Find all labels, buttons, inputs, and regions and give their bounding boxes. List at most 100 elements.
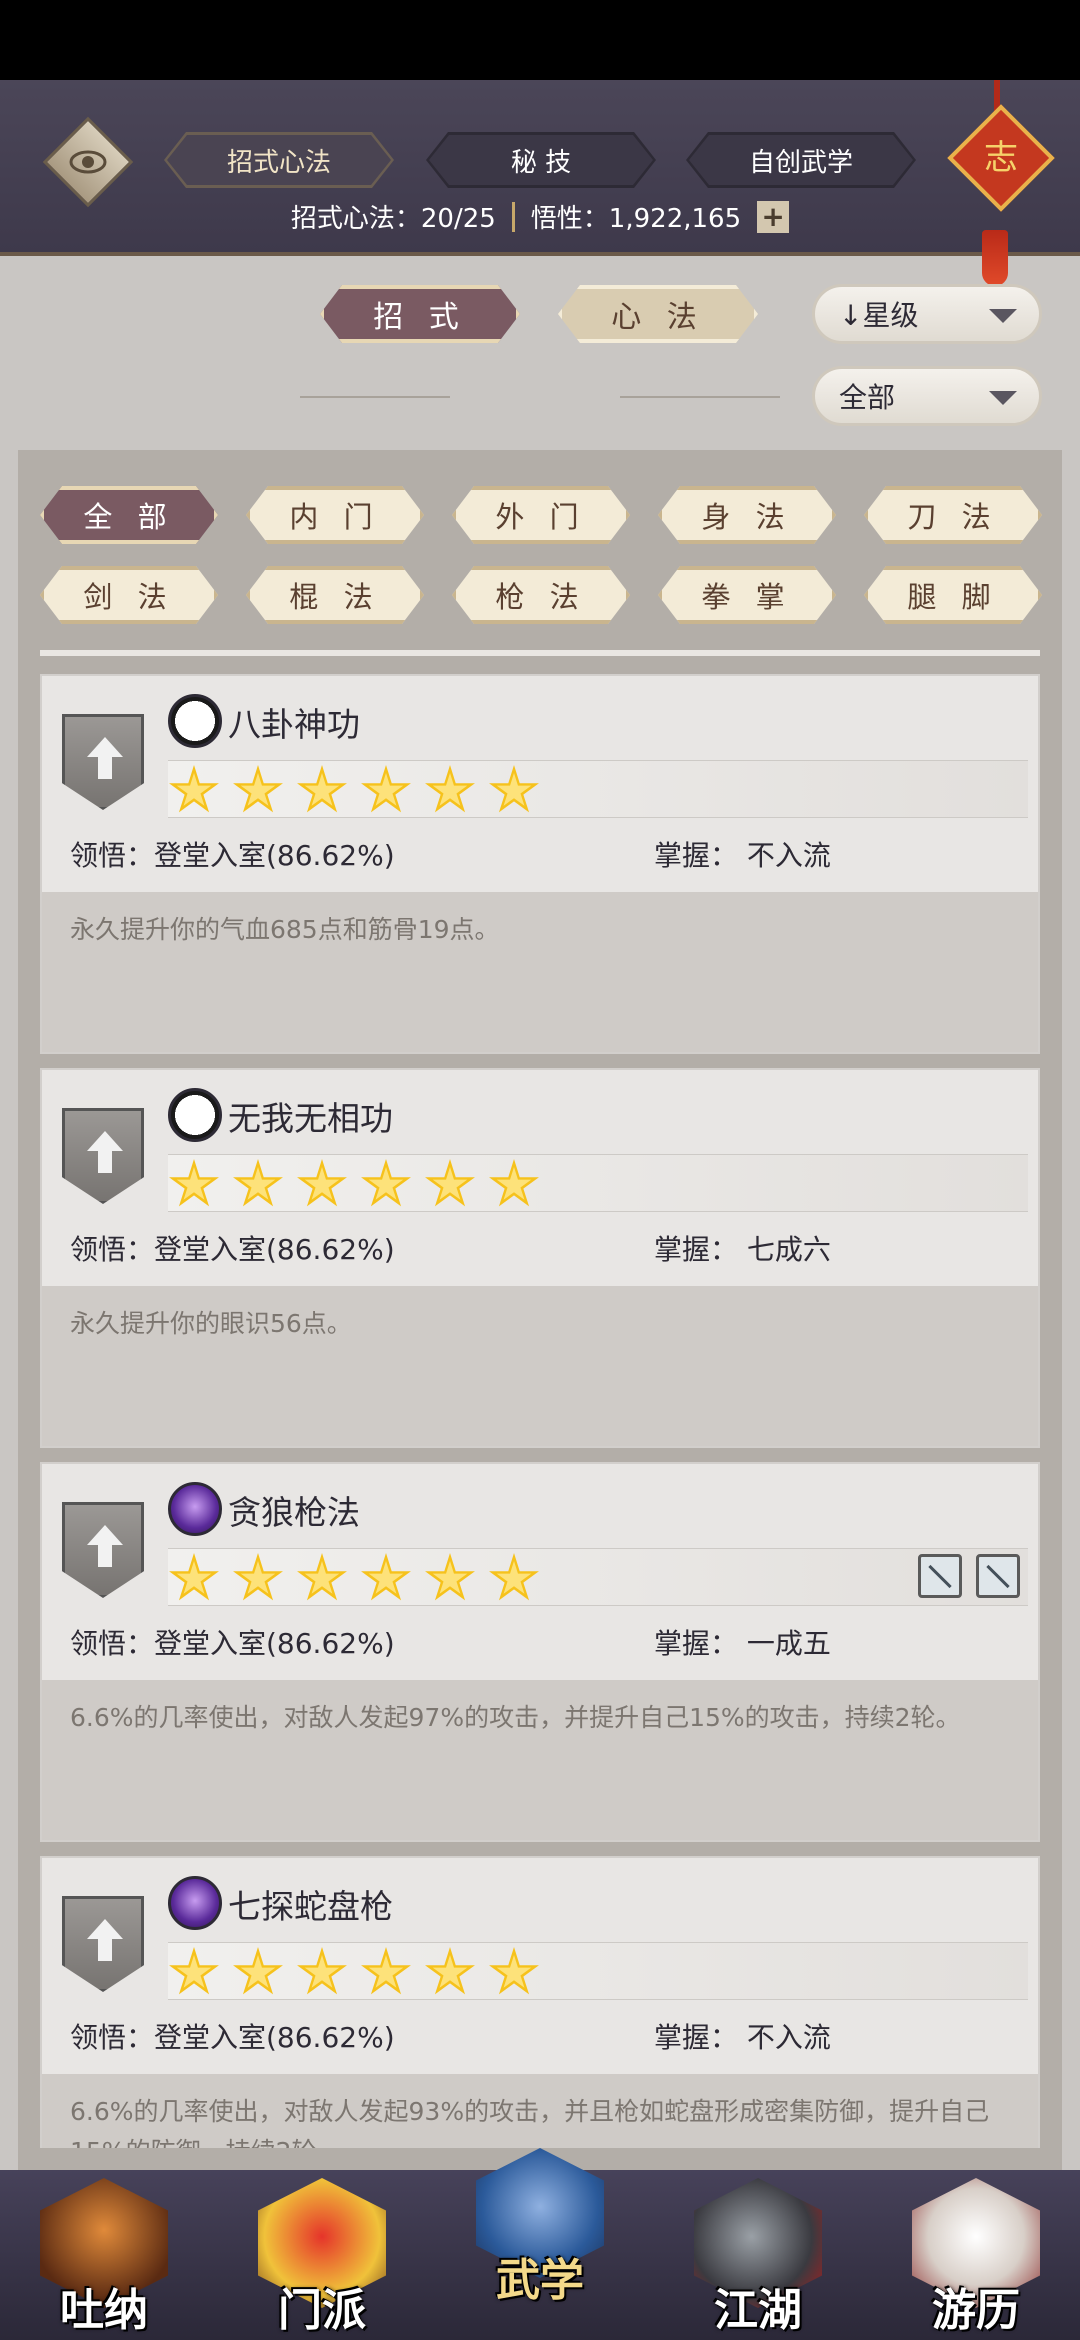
star-icon	[169, 1553, 219, 1601]
category-all[interactable]: 全 部	[40, 486, 218, 544]
nav-martial-arts[interactable]: 武学	[470, 2148, 610, 2306]
moves-count: 招式心法：20/25	[290, 204, 496, 234]
spear-icon	[168, 1482, 222, 1536]
upgrade-badge-icon[interactable]	[62, 714, 144, 810]
tab-custom-martial[interactable]: 自创武学	[686, 132, 916, 188]
stats-divider	[511, 201, 515, 232]
star-icon	[361, 1159, 411, 1207]
add-insight-button[interactable]: +	[757, 200, 790, 233]
category-label: 外 门	[495, 500, 587, 534]
category-label: 棍 法	[289, 580, 381, 614]
tab-secret-skills[interactable]: 秘 技	[426, 132, 656, 188]
nav-label: 吐纳	[60, 2285, 148, 2336]
nav-sect[interactable]: 门派	[252, 2178, 392, 2336]
nav-breathing[interactable]: 吐纳	[34, 2178, 174, 2336]
nav-label: 门派	[278, 2285, 366, 2336]
tab-moves-label: 招 式	[373, 300, 467, 335]
star-icon	[361, 765, 411, 813]
skill-name: 七探蛇盘枪	[228, 1887, 393, 1926]
category-label: 剑 法	[83, 580, 175, 614]
star-icon	[297, 1947, 347, 1995]
tab-label: 自创武学	[748, 147, 853, 178]
knot-tassel-icon	[982, 230, 1008, 286]
category-blade[interactable]: 刀 法	[864, 486, 1042, 544]
tab-methods-label: 心 法	[611, 300, 705, 335]
category-leg[interactable]: 腿 脚	[864, 566, 1042, 624]
mastery-text: 掌握： 不入流	[654, 839, 831, 872]
skill-list[interactable]: 八卦神功 领悟：登堂入室(86.62%) 掌握： 不入流 永久提升你的气血685…	[40, 672, 1040, 2148]
upgrade-badge-icon[interactable]	[62, 1896, 144, 1992]
skill-card[interactable]: 贪狼枪法 领悟：登堂入室(86.62%) 掌握： 一成五 6.6%的几率使出，对…	[40, 1462, 1040, 1842]
nav-label: 武学	[496, 2255, 584, 2306]
upgrade-badge-icon[interactable]	[62, 1502, 144, 1598]
star-icon	[297, 765, 347, 813]
skill-name: 贪狼枪法	[228, 1493, 360, 1532]
mastery-text: 掌握： 七成六	[654, 1233, 831, 1266]
category-label: 枪 法	[495, 580, 587, 614]
star-icon	[297, 1159, 347, 1207]
decor-line-left	[300, 396, 450, 398]
tab-moves-methods[interactable]: 招式心法	[164, 132, 394, 188]
star-icon	[489, 1947, 539, 1995]
star-icon	[233, 1159, 283, 1207]
insight-value: 悟性：1,922,165	[530, 204, 742, 234]
comprehension-text: 领悟：登堂入室(86.62%)	[70, 1233, 395, 1266]
category-staff[interactable]: 棍 法	[246, 566, 424, 624]
skill-name: 八卦神功	[228, 705, 360, 744]
category-movement[interactable]: 身 法	[658, 486, 836, 544]
skill-description: 6.6%的几率使出，对敌人发起97%的攻击，并提升自己15%的攻击，持续2轮。	[42, 1680, 1038, 1840]
weapon-tag-icon[interactable]	[918, 1554, 962, 1598]
skill-card-header: 贪狼枪法 领悟：登堂入室(86.62%) 掌握： 一成五	[42, 1464, 1038, 1680]
skill-name: 无我无相功	[228, 1099, 393, 1138]
star-rating	[168, 760, 1028, 818]
star-icon	[297, 1553, 347, 1601]
nav-travel[interactable]: 游历	[906, 2178, 1046, 2336]
comprehension-text: 领悟：登堂入室(86.62%)	[70, 1627, 395, 1660]
star-icon	[169, 1947, 219, 1995]
star-icon	[489, 765, 539, 813]
knot-char: 志	[984, 138, 1018, 178]
star-icon	[425, 765, 475, 813]
sort-dropdown[interactable]: ↓星级	[812, 284, 1042, 344]
tab-label: 秘 技	[510, 147, 572, 178]
category-label: 刀 法	[907, 500, 999, 534]
eye-icon	[69, 150, 107, 174]
skill-card[interactable]: 七探蛇盘枪 领悟：登堂入室(86.62%) 掌握： 不入流 6.6%的几率使出，…	[40, 1856, 1040, 2148]
weapon-tag-icon[interactable]	[976, 1554, 1020, 1598]
app-root: 招式心法 秘 技 自创武学 志 招式心法：20/25 悟性：1,922,165 …	[0, 0, 1080, 2340]
skill-description: 永久提升你的气血685点和筋骨19点。	[42, 892, 1038, 1052]
category-spear[interactable]: 枪 法	[452, 566, 630, 624]
star-rating	[168, 1942, 1028, 2000]
star-icon	[425, 1159, 475, 1207]
category-label: 身 法	[701, 500, 793, 534]
chinese-knot-button[interactable]: 志	[947, 104, 1055, 212]
skill-card[interactable]: 八卦神功 领悟：登堂入室(86.62%) 掌握： 不入流 永久提升你的气血685…	[40, 674, 1040, 1054]
comprehension-text: 领悟：登堂入室(86.62%)	[70, 839, 395, 872]
category-label: 内 门	[289, 500, 381, 534]
stats-row: 招式心法：20/25 悟性：1,922,165 +	[0, 198, 1080, 235]
mastery-text: 掌握： 不入流	[654, 2021, 831, 2054]
status-bar	[0, 0, 1080, 80]
category-inner[interactable]: 内 门	[246, 486, 424, 544]
nav-label: 江湖	[714, 2285, 802, 2336]
filter-dropdown[interactable]: 全部	[812, 366, 1042, 426]
star-icon	[361, 1947, 411, 1995]
chevron-down-icon	[989, 391, 1017, 405]
top-bar: 招式心法 秘 技 自创武学 志 招式心法：20/25 悟性：1,922,165 …	[0, 80, 1080, 286]
nav-jianghu[interactable]: 江湖	[688, 2178, 828, 2336]
skill-card[interactable]: 无我无相功 领悟：登堂入室(86.62%) 掌握： 七成六 永久提升你的眼识56…	[40, 1068, 1040, 1448]
tab-moves[interactable]: 招 式	[320, 285, 520, 343]
nav-label: 游历	[932, 2285, 1020, 2336]
category-outer[interactable]: 外 门	[452, 486, 630, 544]
yin-yang-icon	[168, 1088, 222, 1142]
category-sword[interactable]: 剑 法	[40, 566, 218, 624]
skill-description: 6.6%的几率使出，对敌人发起93%的攻击，并且枪如蛇盘形成密集防御，提升自己1…	[42, 2074, 1038, 2148]
upgrade-badge-icon[interactable]	[62, 1108, 144, 1204]
skill-card-header: 七探蛇盘枪 领悟：登堂入室(86.62%) 掌握： 不入流	[42, 1858, 1038, 2074]
skill-card-header: 八卦神功 领悟：登堂入室(86.62%) 掌握： 不入流	[42, 676, 1038, 892]
eye-toggle-button[interactable]	[42, 116, 134, 208]
spear-icon	[168, 1876, 222, 1930]
tab-methods[interactable]: 心 法	[558, 285, 758, 343]
decor-line-right	[620, 396, 780, 398]
category-fist[interactable]: 拳 掌	[658, 566, 836, 624]
